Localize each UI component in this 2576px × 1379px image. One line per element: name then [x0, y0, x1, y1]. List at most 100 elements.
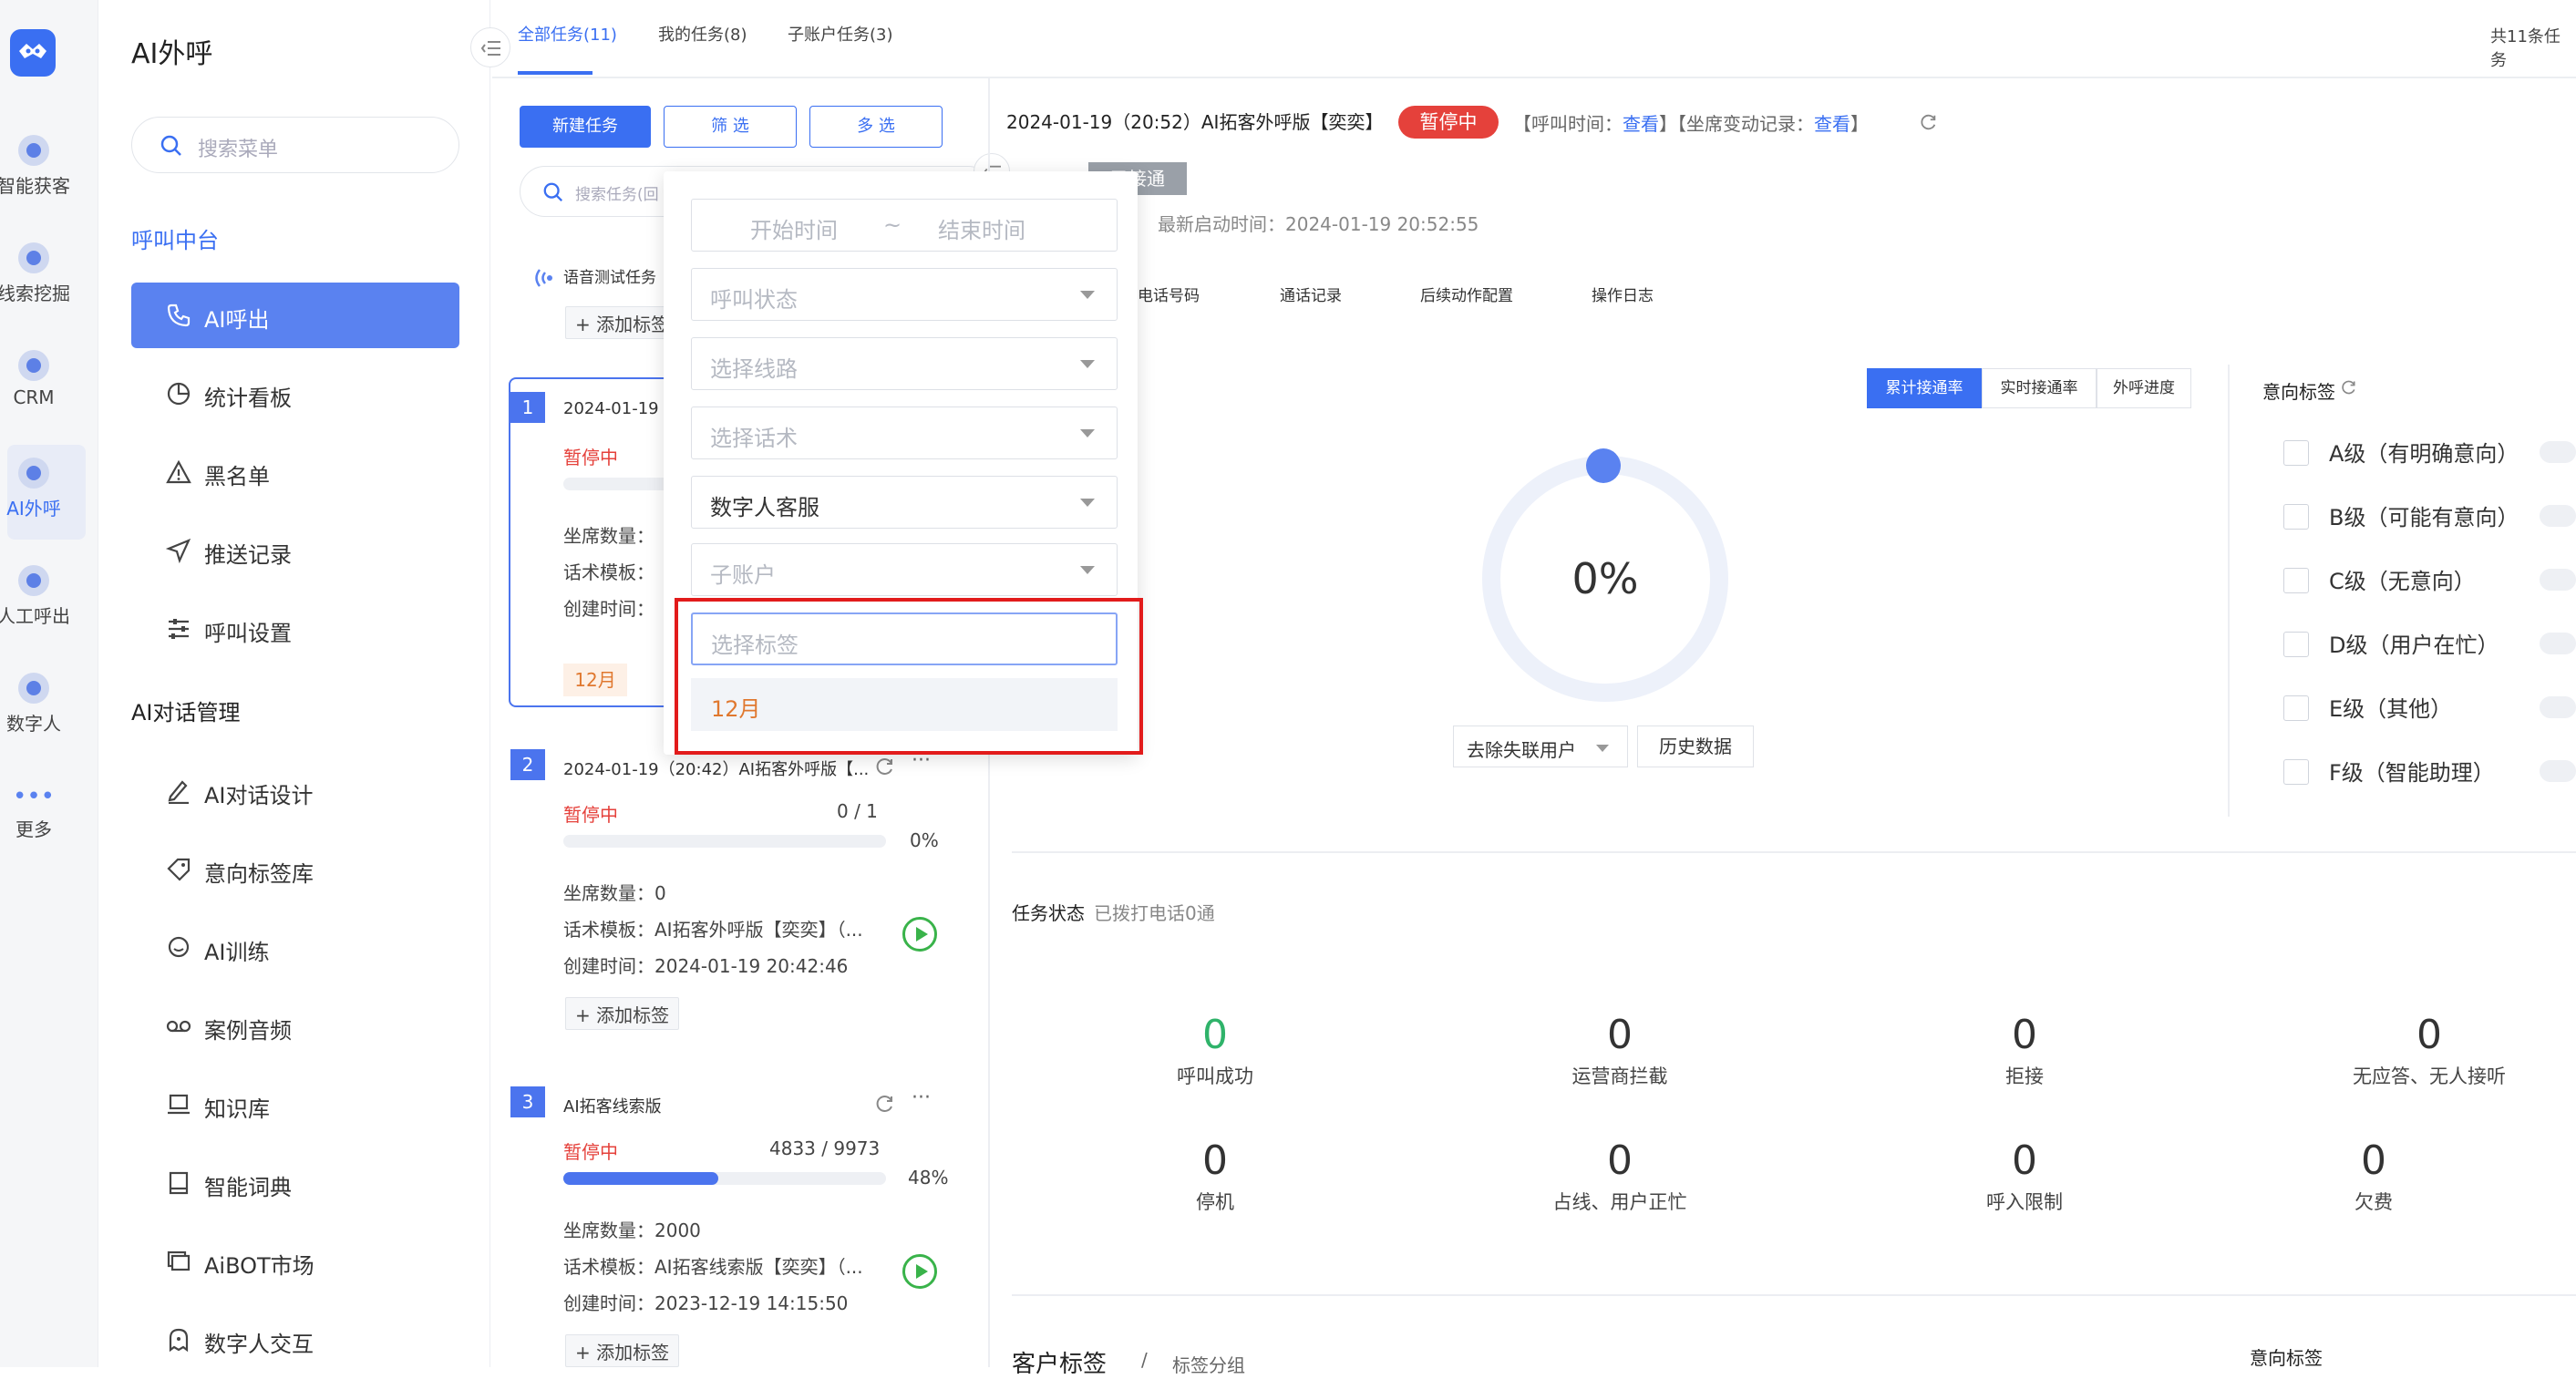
intent-toggle[interactable] — [2540, 505, 2576, 527]
task-progress-bar — [563, 1172, 886, 1185]
checkbox[interactable] — [2283, 504, 2309, 530]
chip-cumulative-rate[interactable]: 累计接通率 — [1867, 368, 1982, 408]
task-progress-fill — [563, 1172, 718, 1185]
task-title: 2024-01-19 — [563, 399, 659, 418]
tab-my-tasks[interactable]: 我的任务(8) — [658, 22, 747, 46]
menu-intent-tag-lib[interactable]: 意向标签库 — [131, 837, 459, 902]
rail-item-more[interactable]: ••• 更多 — [0, 783, 81, 841]
history-data-button[interactable]: 历史数据 — [1637, 726, 1754, 767]
intent-level-f[interactable]: F级（智能助理） — [2283, 755, 2539, 791]
tag-icon — [167, 858, 191, 881]
add-tag-button[interactable]: + 添加标签 — [565, 306, 680, 339]
menu-digital-human-interaction[interactable]: 数字人交互 — [131, 1307, 459, 1373]
refresh-icon[interactable] — [1920, 113, 1938, 131]
intent-title: 意向标签 — [2262, 381, 2335, 403]
intent-toggle[interactable] — [2540, 569, 2576, 591]
menu-stats-board[interactable]: 统计看板 — [131, 361, 459, 427]
headset-icon — [18, 565, 49, 596]
more-icon: ••• — [12, 783, 55, 810]
menu-smart-dictionary[interactable]: 智能词典 — [131, 1150, 459, 1216]
seat-change-link[interactable]: 查看 — [1814, 113, 1850, 135]
chevron-down-icon — [1080, 291, 1095, 299]
menu-blacklist[interactable]: 黑名单 — [131, 439, 459, 505]
multi-select-button[interactable]: 多 选 — [809, 106, 943, 148]
task-template: 话术模板：AI拓客线索版【奕奕】（... — [563, 1256, 863, 1278]
intent-toggle[interactable] — [2540, 760, 2576, 782]
add-tag-button[interactable]: + 添加标签 — [565, 997, 680, 1030]
section-call-center[interactable]: 呼叫中台 — [131, 222, 219, 254]
customer-tags-tab[interactable]: 客户标签 — [1012, 1345, 1107, 1379]
filter-button[interactable]: 筛 选 — [664, 106, 797, 148]
start-task-icon[interactable] — [902, 917, 937, 952]
intent-level-a[interactable]: A级（有明确意向） — [2283, 436, 2539, 472]
checkbox[interactable] — [2283, 695, 2309, 721]
task-percent: 48% — [908, 1167, 949, 1189]
menu-ai-call-out[interactable]: AI呼出 — [131, 283, 459, 348]
search-icon — [543, 182, 563, 202]
tab-call-records[interactable]: 通话记录 — [1280, 283, 1342, 305]
rail-item-digital-human[interactable]: 数字人 — [0, 673, 81, 736]
script-select[interactable]: 选择话术 — [691, 406, 1118, 459]
line-select[interactable]: 选择线路 — [691, 337, 1118, 390]
checkbox[interactable] — [2283, 632, 2309, 657]
menu-call-settings[interactable]: 呼叫设置 — [131, 596, 459, 662]
refresh-icon[interactable] — [875, 1094, 895, 1114]
task-tag-badge: 12月 — [563, 664, 627, 696]
call-time-link[interactable]: 查看 — [1623, 113, 1659, 135]
chip-call-progress[interactable]: 外呼进度 — [2097, 368, 2191, 408]
tab-sub-account-tasks[interactable]: 子账户任务(3) — [788, 22, 893, 46]
refresh-icon[interactable] — [2341, 379, 2357, 396]
rail-item-manual-call[interactable]: 人工呼出 — [0, 565, 81, 628]
menu-case-audio[interactable]: 案例音频 — [131, 993, 459, 1059]
menu-search-input[interactable]: 搜索菜单 — [131, 117, 459, 173]
menu-knowledge-base[interactable]: 知识库 — [131, 1072, 459, 1137]
app-logo-icon[interactable] — [10, 29, 56, 77]
warning-icon — [166, 459, 191, 484]
chip-realtime-rate[interactable]: 实时接通率 — [1982, 368, 2097, 408]
clue-icon — [18, 242, 49, 273]
intent-level-b[interactable]: B级（可能有意向） — [2283, 499, 2539, 536]
tab-operation-log[interactable]: 操作日志 — [1592, 283, 1654, 305]
rail-item-clue-mining[interactable]: 线索挖掘 — [0, 242, 81, 305]
task-number: 3 — [510, 1086, 545, 1117]
sub-account-select[interactable]: 子账户 — [691, 543, 1118, 596]
date-range-picker[interactable]: 开始时间 ~ 结束时间 — [691, 199, 1118, 252]
add-tag-button[interactable]: + 添加标签 — [565, 1334, 680, 1367]
menu-ai-dialog-design[interactable]: AI对话设计 — [131, 758, 459, 824]
more-options-icon[interactable]: ··· — [912, 1086, 931, 1109]
intent-toggle[interactable] — [2540, 696, 2576, 718]
checkbox[interactable] — [2283, 568, 2309, 593]
stat-busy: 0 占线、用户正忙 — [1552, 1137, 1687, 1213]
intent-level-c[interactable]: C级（无意向） — [2283, 563, 2539, 600]
checkbox[interactable] — [2283, 440, 2309, 466]
menu-ai-training[interactable]: AI训练 — [131, 915, 459, 981]
intent-toggle[interactable] — [2540, 633, 2576, 654]
intent-divider — [2228, 365, 2230, 817]
menu-aibot-market[interactable]: AiBOT市场 — [131, 1229, 459, 1294]
chevron-down-icon — [1080, 429, 1095, 437]
role-select[interactable]: 数字人客服 — [691, 476, 1118, 529]
section-divider — [1012, 851, 2576, 853]
intent-toggle[interactable] — [2540, 441, 2576, 463]
section-ai-dialog[interactable]: AI对话管理 — [131, 695, 241, 726]
new-task-button[interactable]: 新建任务 — [520, 106, 651, 148]
tab-follow-up-actions[interactable]: 后续动作配置 — [1420, 283, 1513, 305]
start-task-icon[interactable] — [902, 1254, 937, 1289]
pen-icon — [168, 780, 189, 804]
tag-group-tab[interactable]: 标签分组 — [1172, 1351, 1245, 1377]
checkbox[interactable] — [2283, 759, 2309, 785]
call-status-select[interactable]: 呼叫状态 — [691, 268, 1118, 321]
refresh-icon[interactable] — [875, 756, 895, 777]
tab-all-tasks[interactable]: 全部任务(11) — [518, 22, 617, 46]
rail-item-ai-call[interactable]: AI外呼 — [0, 458, 81, 520]
total-count: 共11条任务 — [2490, 27, 2561, 70]
intent-level-e[interactable]: E级（其他） — [2283, 691, 2539, 727]
rail-item-crm[interactable]: CRM — [0, 350, 81, 408]
menu-push-records[interactable]: 推送记录 — [131, 518, 459, 583]
stat-inbound-restricted: 0 呼入限制 — [1986, 1137, 2063, 1213]
intent-level-d[interactable]: D级（用户在忙） — [2283, 627, 2539, 664]
rail-item-lead-gen[interactable]: 智能获客 — [0, 135, 81, 198]
exclude-lost-users-select[interactable]: 去除失联用户 — [1453, 726, 1628, 767]
send-icon — [166, 538, 191, 563]
tab-phone-numbers[interactable]: 电话号码 — [1138, 283, 1200, 305]
